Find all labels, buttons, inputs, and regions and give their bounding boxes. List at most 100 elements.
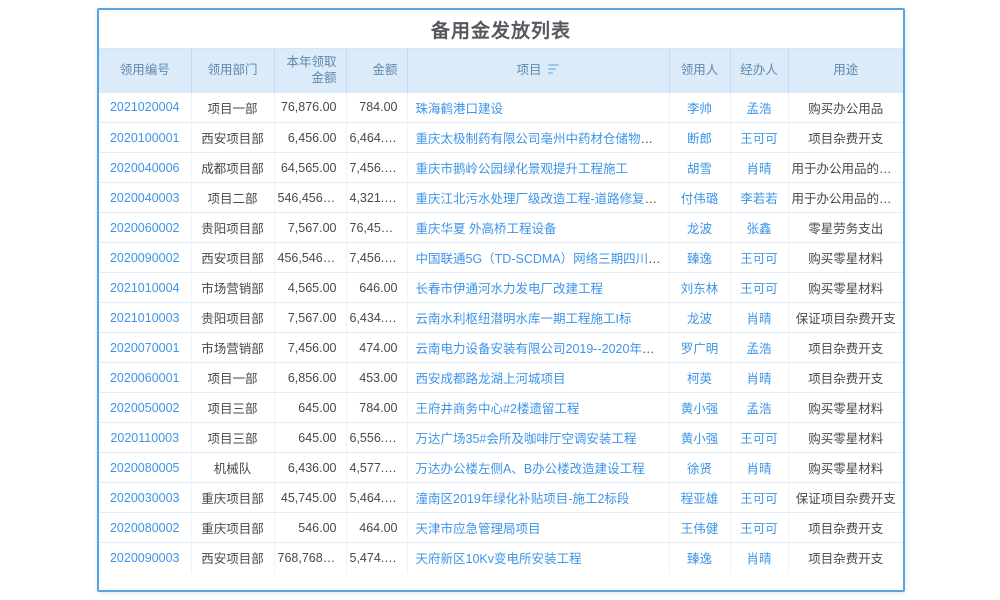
- project-link[interactable]: 西安成都路龙湖上河城项目: [416, 372, 566, 386]
- project-link[interactable]: 重庆市鹅岭公园绿化景观提升工程施工: [416, 162, 629, 176]
- project-link[interactable]: 天津市应急管理局项目: [416, 522, 541, 536]
- id-link[interactable]: 2021010003: [110, 311, 180, 325]
- year_amount-text: 645.00: [298, 431, 336, 445]
- handler-link[interactable]: 王可可: [740, 282, 778, 296]
- recipient-link[interactable]: 黄小强: [681, 432, 719, 446]
- id-link[interactable]: 2020090002: [110, 251, 180, 265]
- cell-handler: 王可可: [730, 423, 788, 453]
- project-link[interactable]: 珠海鹤港口建设: [416, 102, 504, 116]
- project-link[interactable]: 长春市伊通河水力发电厂改建工程: [416, 282, 604, 296]
- recipient-link[interactable]: 付伟璐: [681, 192, 719, 206]
- project-link[interactable]: 云南电力设备安装有限公司2019--2020年度劳...: [416, 342, 670, 356]
- project-link[interactable]: 重庆华夏 外高桥工程设备: [416, 222, 557, 236]
- recipient-link[interactable]: 李帅: [687, 102, 712, 116]
- table-row: 2020090003西安项目部768,768.005,474.00天府新区10K…: [99, 543, 903, 573]
- purpose-text: 保证项目杂费开支: [796, 492, 896, 506]
- recipient-link[interactable]: 程亚雄: [681, 492, 719, 506]
- recipient-link[interactable]: 龙波: [687, 222, 712, 236]
- id-link[interactable]: 2020110003: [110, 431, 179, 445]
- id-link[interactable]: 2021020004: [110, 100, 180, 114]
- cell-recipient: 柯英: [669, 363, 730, 393]
- id-link[interactable]: 2020040003: [110, 191, 180, 205]
- id-link[interactable]: 2020060001: [110, 371, 180, 385]
- purpose-text: 保证项目杂费开支: [796, 312, 896, 326]
- handler-link[interactable]: 王可可: [740, 492, 778, 506]
- id-link[interactable]: 2020100001: [110, 131, 180, 145]
- table-row: 2020070001市场营销部7,456.00474.00云南电力设备安装有限公…: [99, 333, 903, 363]
- handler-link[interactable]: 王可可: [740, 132, 778, 146]
- recipient-link[interactable]: 黄小强: [681, 402, 719, 416]
- id-link[interactable]: 2020050002: [110, 401, 180, 415]
- table-row: 2020040003项目二部546,456.004,321.00重庆江北污水处理…: [99, 183, 903, 213]
- handler-link[interactable]: 孟浩: [746, 102, 771, 116]
- cell-department: 西安项目部: [191, 543, 274, 573]
- handler-link[interactable]: 孟浩: [746, 402, 771, 416]
- recipient-link[interactable]: 臻逸: [687, 552, 712, 566]
- project-link[interactable]: 潼南区2019年绿化补贴项目-施工2标段: [416, 492, 630, 506]
- department-text: 西安项目部: [201, 252, 264, 266]
- id-link[interactable]: 2020080002: [110, 521, 180, 535]
- project-link[interactable]: 万达广场35#会所及咖啡厅空调安装工程: [416, 432, 637, 446]
- cell-id: 2020110003: [99, 423, 191, 453]
- table-row: 2020050002项目三部645.00784.00王府井商务中心#2楼遗留工程…: [99, 393, 903, 423]
- project-link[interactable]: 重庆江北污水处理厂级改造工程-道路修复工程: [416, 192, 670, 206]
- recipient-link[interactable]: 徐贤: [687, 462, 712, 476]
- cell-recipient: 程亚雄: [669, 483, 730, 513]
- handler-link[interactable]: 肖晴: [746, 162, 771, 176]
- cell-department: 机械队: [191, 453, 274, 483]
- department-text: 重庆项目部: [201, 492, 264, 506]
- amount-text: 453.00: [359, 371, 397, 385]
- cell-handler: 王可可: [730, 513, 788, 543]
- column-header-label: 金额: [372, 63, 397, 77]
- handler-link[interactable]: 肖晴: [746, 552, 771, 566]
- project-link[interactable]: 云南水利枢纽潜明水库一期工程施工I标: [416, 312, 632, 326]
- id-link[interactable]: 2020080005: [110, 461, 180, 475]
- table-row: 2020060001项目一部6,856.00453.00西安成都路龙湖上河城项目…: [99, 363, 903, 393]
- handler-link[interactable]: 肖晴: [746, 462, 771, 476]
- handler-link[interactable]: 肖晴: [746, 312, 771, 326]
- handler-link[interactable]: 肖晴: [746, 372, 771, 386]
- recipient-link[interactable]: 刘东林: [681, 282, 719, 296]
- id-link[interactable]: 2021010004: [110, 281, 180, 295]
- id-link[interactable]: 2020060002: [110, 221, 180, 235]
- handler-link[interactable]: 孟浩: [746, 342, 771, 356]
- cell-project: 天府新区10Kv变电所安装工程: [407, 543, 669, 573]
- column-header-project[interactable]: 项目: [407, 49, 669, 93]
- handler-link[interactable]: 王可可: [740, 522, 778, 536]
- cell-purpose: 项目杂费开支: [788, 543, 903, 573]
- cell-id: 2020050002: [99, 393, 191, 423]
- cell-year_amount: 6,436.00: [274, 453, 346, 483]
- project-link[interactable]: 天府新区10Kv变电所安装工程: [416, 552, 582, 566]
- project-link[interactable]: 万达办公楼左侧A、B办公楼改造建设工程: [416, 462, 645, 476]
- cell-department: 重庆项目部: [191, 513, 274, 543]
- id-link[interactable]: 2020090003: [110, 551, 180, 565]
- recipient-link[interactable]: 胡雪: [687, 162, 712, 176]
- column-header-label: 领用部门: [207, 63, 257, 77]
- cell-purpose: 项目杂费开支: [788, 513, 903, 543]
- recipient-link[interactable]: 断郎: [687, 132, 712, 146]
- id-link[interactable]: 2020030003: [110, 491, 180, 505]
- recipient-link[interactable]: 柯英: [687, 372, 712, 386]
- column-header-year_amount: 本年领取金额: [274, 49, 346, 93]
- id-link[interactable]: 2020070001: [110, 341, 180, 355]
- cell-handler: 王可可: [730, 273, 788, 303]
- sort-icon[interactable]: [548, 62, 560, 76]
- project-link[interactable]: 重庆太极制药有限公司亳州中药材仓储物流基...: [416, 132, 670, 146]
- amount-text: 5,464.00: [350, 491, 399, 505]
- recipient-link[interactable]: 龙波: [687, 312, 712, 326]
- cell-handler: 孟浩: [730, 393, 788, 423]
- purpose-text: 购买零星材料: [808, 432, 883, 446]
- project-link[interactable]: 王府井商务中心#2楼遗留工程: [416, 402, 580, 416]
- id-link[interactable]: 2020040006: [110, 161, 180, 175]
- recipient-link[interactable]: 罗广明: [681, 342, 719, 356]
- handler-link[interactable]: 张鑫: [746, 222, 771, 236]
- project-link[interactable]: 中国联通5G（TD-SCDMA）网络三期四川工程: [416, 252, 670, 266]
- handler-link[interactable]: 王可可: [740, 252, 778, 266]
- handler-link[interactable]: 李若若: [740, 192, 778, 206]
- recipient-link[interactable]: 臻逸: [687, 252, 712, 266]
- recipient-link[interactable]: 王伟健: [681, 522, 719, 536]
- cell-year_amount: 6,456.00: [274, 123, 346, 153]
- department-text: 项目三部: [207, 402, 257, 416]
- cell-id: 2020080002: [99, 513, 191, 543]
- handler-link[interactable]: 王可可: [740, 432, 778, 446]
